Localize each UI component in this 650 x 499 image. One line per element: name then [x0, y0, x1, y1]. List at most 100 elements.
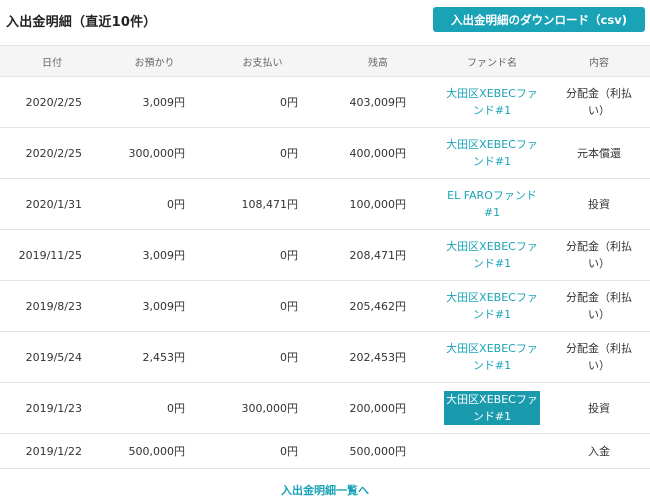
deposit-cell: 500,000円	[104, 433, 205, 469]
payment-cell: 0円	[205, 331, 320, 383]
date-cell: 2019/8/23	[0, 280, 104, 332]
table-row: 2019/8/23 3,009円 0円 205,462円 大田区XEBECファ ンド#1 分…	[0, 280, 650, 332]
fund-cell: 大田区XEBECファ ンド#1	[436, 280, 548, 332]
fund-name-line2: ンド#1	[472, 410, 512, 423]
fund-cell: EL FAROファンド #1	[436, 178, 548, 230]
deposit-cell: 3,009円	[104, 229, 205, 281]
type-line1: 入金	[588, 444, 610, 458]
fund-cell: 大田区XEBECファ ンド#1	[436, 229, 548, 281]
fund-name-line2: ンド#1	[472, 155, 512, 168]
type-line1: 分配金（利払	[566, 342, 632, 355]
type-line2: い）	[588, 308, 610, 321]
type-line1: 分配金（利払	[566, 87, 632, 100]
type-line1: 投資	[588, 197, 610, 211]
balance-cell: 208,471円	[320, 229, 436, 281]
balance-cell: 400,000円	[320, 127, 436, 179]
payment-cell: 0円	[205, 127, 320, 179]
deposit-cell: 3,009円	[104, 280, 205, 332]
balance-cell: 100,000円	[320, 178, 436, 230]
type-cell: 分配金（利払 い）	[548, 229, 650, 281]
date-cell: 2020/2/25	[0, 127, 104, 179]
table-row: 2020/2/25 300,000円 0円 400,000円 大田区XEBECファ ンド#…	[0, 127, 650, 179]
fund-name-line1: 大田区XEBECファ	[446, 240, 538, 253]
date-cell: 2019/5/24	[0, 331, 104, 383]
type-line2: い）	[588, 359, 610, 372]
type-cell: 投資	[548, 178, 650, 230]
fund-name-link[interactable]: 大田区XEBECファ ンド#1	[444, 289, 540, 323]
type-line1: 元本償還	[577, 146, 621, 160]
deposit-cell: 2,453円	[104, 331, 205, 383]
fund-cell: 大田区XEBECファ ンド#1	[436, 331, 548, 383]
fund-name-link[interactable]: 大田区XEBECファ ンド#1	[444, 340, 540, 374]
type-cell: 元本償還	[548, 127, 650, 179]
type-line2: い）	[588, 257, 610, 270]
fund-cell: 大田区XEBECファ ンド#1	[436, 76, 548, 128]
type-cell: 入金	[548, 433, 650, 469]
balance-cell: 403,009円	[320, 76, 436, 128]
transactions-list-link[interactable]: 入出金明細一覧へ	[0, 482, 650, 498]
column-header-fund: ファンド名	[436, 45, 548, 77]
column-header-balance: 残高	[320, 45, 436, 77]
payment-cell: 0円	[205, 76, 320, 128]
deposit-cell: 0円	[104, 382, 205, 434]
fund-name-link[interactable]: 大田区XEBECファ ンド#1	[444, 85, 540, 119]
fund-name-link[interactable]: EL FAROファンド #1	[445, 187, 539, 221]
type-cell: 投資	[548, 382, 650, 434]
balance-cell: 200,000円	[320, 382, 436, 434]
balance-cell: 202,453円	[320, 331, 436, 383]
table-row: 2020/2/25 3,009円 0円 403,009円 大田区XEBECファ ンド#1 分…	[0, 76, 650, 128]
fund-name-line1: EL FAROファンド	[447, 189, 537, 202]
fund-name-line2: #1	[483, 206, 501, 219]
payment-cell: 300,000円	[205, 382, 320, 434]
date-cell: 2019/1/22	[0, 433, 104, 469]
date-cell: 2019/11/25	[0, 229, 104, 281]
fund-name-line2: ンド#1	[472, 359, 512, 372]
type-line2: い）	[588, 104, 610, 117]
table-header-row: 日付 お預かり お支払い 残高 ファンド名 内容	[0, 45, 650, 77]
payment-cell: 0円	[205, 229, 320, 281]
fund-name-line1: 大田区XEBECファ	[446, 87, 538, 100]
table-row: 2019/1/22 500,000円 0円 500,000円 入金	[0, 433, 650, 469]
payment-cell: 0円	[205, 280, 320, 332]
column-header-deposit: お預かり	[104, 45, 205, 77]
balance-cell: 500,000円	[320, 433, 436, 469]
fund-name-line1: 大田区XEBECファ	[446, 138, 538, 151]
type-line1: 投資	[588, 401, 610, 415]
column-header-type: 内容	[548, 45, 650, 77]
page-header: 入出金明細（直近10件） 入出金明細のダウンロード（csv)	[0, 0, 650, 40]
payment-cell: 108,471円	[205, 178, 320, 230]
fund-name-line1: 大田区XEBECファ	[446, 342, 538, 355]
fund-cell	[436, 433, 548, 469]
fund-name-line1: 大田区XEBECファ	[446, 291, 538, 304]
deposit-cell: 0円	[104, 178, 205, 230]
fund-name-line2: ンド#1	[472, 104, 512, 117]
type-cell: 分配金（利払 い）	[548, 280, 650, 332]
payment-cell: 0円	[205, 433, 320, 469]
table-row: 2019/1/23 0円 300,000円 200,000円 大田区XEBECファ ンド#…	[0, 382, 650, 434]
fund-cell: 大田区XEBECファ ンド#1	[436, 382, 548, 434]
column-header-date: 日付	[0, 45, 104, 77]
transactions-table: 日付 お預かり お支払い 残高 ファンド名 内容 2020/2/25 3,009円…	[0, 45, 650, 469]
table-row: 2020/1/31 0円 108,471円 100,000円 EL FAROファンド #1…	[0, 178, 650, 230]
csv-download-button[interactable]: 入出金明細のダウンロード（csv)	[433, 7, 645, 32]
date-cell: 2020/2/25	[0, 76, 104, 128]
type-line1: 分配金（利払	[566, 291, 632, 304]
fund-name-line1: 大田区XEBECファ	[446, 393, 538, 406]
deposit-cell: 3,009円	[104, 76, 205, 128]
fund-cell: 大田区XEBECファ ンド#1	[436, 127, 548, 179]
date-cell: 2020/1/31	[0, 178, 104, 230]
fund-name-link[interactable]: 大田区XEBECファ ンド#1	[444, 238, 540, 272]
balance-cell: 205,462円	[320, 280, 436, 332]
table-row: 2019/11/25 3,009円 0円 208,471円 大田区XEBECファ ンド#1…	[0, 229, 650, 281]
column-header-payment: お支払い	[205, 45, 320, 77]
type-cell: 分配金（利払 い）	[548, 331, 650, 383]
fund-name-link[interactable]: 大田区XEBECファ ンド#1	[444, 391, 540, 425]
page-title: 入出金明細（直近10件）	[6, 15, 157, 30]
deposit-cell: 300,000円	[104, 127, 205, 179]
date-cell: 2019/1/23	[0, 382, 104, 434]
table-row: 2019/5/24 2,453円 0円 202,453円 大田区XEBECファ ンド#1 分…	[0, 331, 650, 383]
fund-name-line2: ンド#1	[472, 257, 512, 270]
fund-name-link[interactable]: 大田区XEBECファ ンド#1	[444, 136, 540, 170]
type-line1: 分配金（利払	[566, 240, 632, 253]
fund-name-line2: ンド#1	[472, 308, 512, 321]
